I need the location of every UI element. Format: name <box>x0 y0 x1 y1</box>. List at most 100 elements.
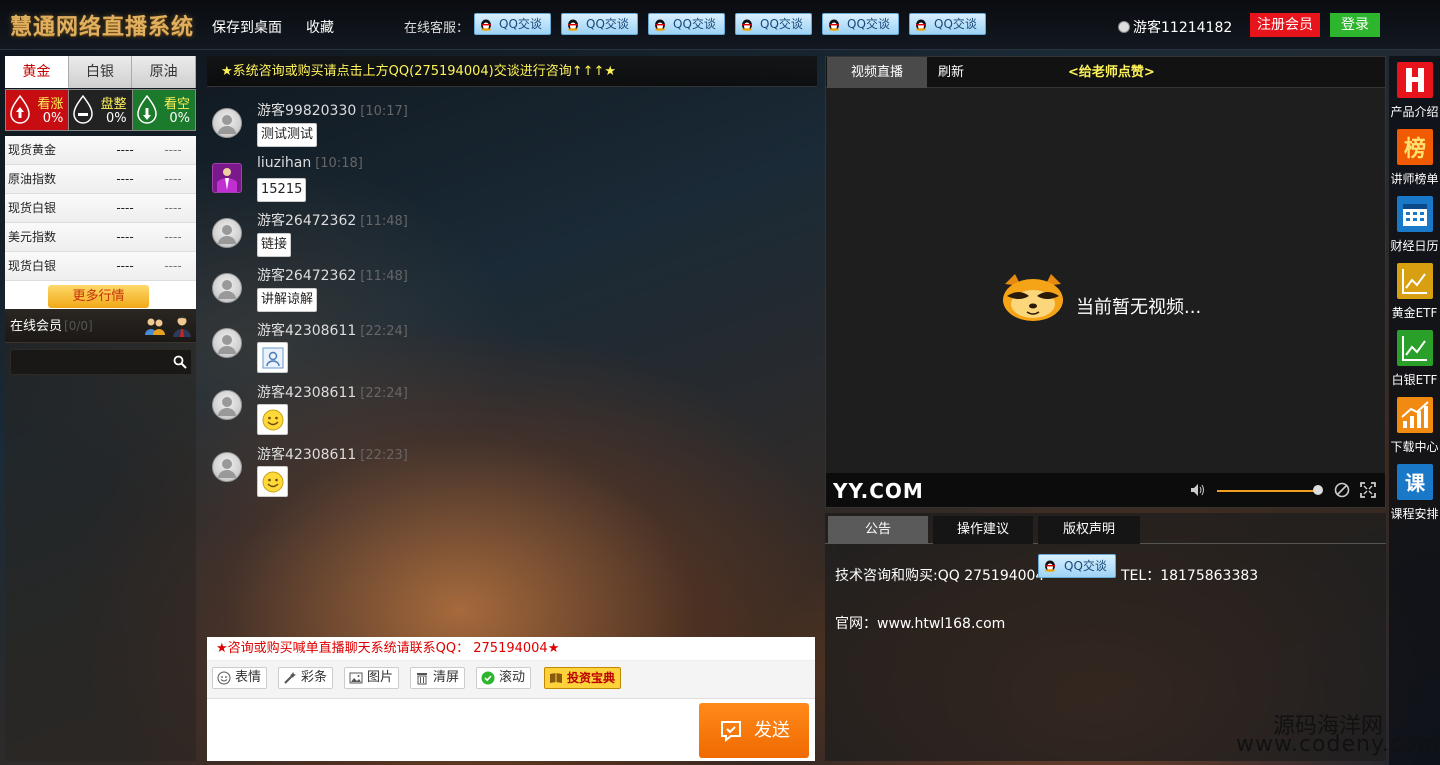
qq-chat-button-1[interactable]: QQ交谈 <box>474 13 551 35</box>
book-icon <box>550 673 562 683</box>
emoji-button[interactable]: 表情 <box>212 667 268 689</box>
member-search <box>10 349 192 375</box>
message-time: [10:17] <box>360 104 408 119</box>
member-search-input[interactable] <box>11 350 171 374</box>
message-user[interactable]: 游客42308611 <box>257 323 356 339</box>
color-bar-button[interactable]: 彩条 <box>278 667 334 689</box>
quality-icon[interactable] <box>1334 482 1350 498</box>
quote-name: 现货白银 <box>8 201 57 215</box>
quote-row: 现货黄金 ---- ---- <box>5 136 196 165</box>
message-user[interactable]: 游客99820330 <box>257 103 356 119</box>
volume-knob[interactable] <box>1313 485 1323 495</box>
tab-copyright[interactable]: 版权声明 <box>1038 516 1140 544</box>
avatar[interactable] <box>212 390 242 420</box>
tab-oil[interactable]: 原油 <box>132 56 197 88</box>
tab-gold[interactable]: 黄金 <box>5 56 69 88</box>
tab-trading-advice[interactable]: 操作建议 <box>933 516 1033 544</box>
chat-message: 游客26472362 [11:48] 讲解谅解 <box>212 265 792 315</box>
clear-screen-button[interactable]: 清屏 <box>410 667 466 689</box>
quote-change: ---- <box>164 201 182 215</box>
message-text: 链接 <box>257 233 292 257</box>
image-button[interactable]: 图片 <box>344 667 400 689</box>
sentiment-percent: 0% <box>169 111 190 126</box>
qq-chat-button-6[interactable]: QQ交谈 <box>909 13 986 35</box>
quotes-table: 现货黄金 ---- ---- 原油指数 ---- ---- 现货白银 ---- ---- 美… <box>5 136 196 313</box>
qq-penguin-icon <box>481 19 491 31</box>
fullscreen-icon[interactable] <box>1360 482 1376 498</box>
avatar[interactable] <box>212 108 242 138</box>
qq-chat-label: QQ交谈 <box>934 17 977 31</box>
message-user[interactable]: 游客26472362 <box>257 213 356 229</box>
sentiment-bearish[interactable]: 看空 0% <box>132 90 195 130</box>
sentiment-neutral[interactable]: 盘整 0% <box>69 90 133 130</box>
users-icon[interactable] <box>144 316 166 336</box>
sidebar-item-gold-etf[interactable]: 黄金ETF <box>1389 257 1440 323</box>
like-teacher-link[interactable]: <给老师点赞> <box>1068 57 1155 88</box>
message-input[interactable] <box>207 699 687 759</box>
sentiment-percent: 0% <box>106 111 127 126</box>
quote-row: 美元指数 ---- ---- <box>5 223 196 252</box>
qq-chat-label: QQ交谈 <box>673 17 716 31</box>
chat-bubble-icon <box>721 721 741 743</box>
volume-icon[interactable] <box>1190 483 1206 497</box>
chat-message: 游客99820330 [10:17] 测试测试 <box>212 100 792 150</box>
message-text: 讲解谅解 <box>257 288 318 312</box>
telephone: TEL：18175863383 <box>1121 568 1259 584</box>
qq-chat-button-4[interactable]: QQ交谈 <box>735 13 812 35</box>
message-user[interactable]: 游客42308611 <box>257 385 356 401</box>
register-button[interactable]: 注册会员 <box>1250 13 1320 37</box>
arrow-down-icon <box>136 95 157 124</box>
quote-change: ---- <box>164 230 182 244</box>
message-user[interactable]: liuzihan <box>257 155 311 171</box>
avatar[interactable] <box>212 328 242 358</box>
video-tabs: 视频直播 刷新 <给老师点赞> <box>826 57 1385 88</box>
smiley-icon <box>217 671 231 685</box>
message-header: 游客42308611 [22:24] <box>257 320 408 340</box>
save-to-desktop-link[interactable]: 保存到桌面 <box>212 17 282 37</box>
avatar[interactable] <box>212 452 242 482</box>
volume-slider[interactable] <box>1217 490 1317 492</box>
message-user[interactable]: 游客26472362 <box>257 268 356 284</box>
tab-announcement[interactable]: 公告 <box>828 516 928 544</box>
more-quotes-button[interactable]: 更多行情 <box>48 285 149 308</box>
qq-chat-button-announcement[interactable]: QQ交谈 <box>1038 554 1116 578</box>
qq-chat-button-5[interactable]: QQ交谈 <box>822 13 899 35</box>
manager-icon[interactable] <box>172 315 192 337</box>
qq-chat-label: QQ交谈 <box>847 17 890 31</box>
message-text: 15215 <box>257 178 307 202</box>
refresh-button[interactable]: 刷新 <box>938 57 964 88</box>
video-screen[interactable]: 当前暂无视频... <box>826 88 1385 473</box>
investment-guide-button[interactable]: 投资宝典 <box>544 667 622 689</box>
tool-label: 表情 <box>235 670 262 685</box>
current-user: 游客11214182 <box>1118 17 1232 37</box>
qq-chat-button-3[interactable]: QQ交谈 <box>648 13 725 35</box>
login-button[interactable]: 登录 <box>1330 13 1380 37</box>
trend-icon <box>1397 397 1433 433</box>
sidebar-item-silver-etf[interactable]: 白银ETF <box>1389 324 1440 390</box>
quote-value: ---- <box>116 143 134 157</box>
message-image[interactable] <box>257 342 288 373</box>
quote-value: ---- <box>116 172 134 186</box>
sidebar-item-course-schedule[interactable]: 课 课程安排 <box>1389 458 1440 524</box>
send-button[interactable]: 发送 <box>699 703 809 758</box>
message-user[interactable]: 游客42308611 <box>257 447 356 463</box>
avatar[interactable] <box>212 163 242 193</box>
avatar[interactable] <box>212 273 242 303</box>
chat-panel: ★系统咨询或购买请点击上方QQ(275194004)交谈进行咨询↑↑↑★ 游客9… <box>207 56 817 761</box>
avatar[interactable] <box>212 218 242 248</box>
composer-toolbar: 表情 彩条 图片 清屏 滚动 投资宝典 <box>207 661 815 699</box>
qq-chat-button-2[interactable]: QQ交谈 <box>561 13 638 35</box>
sidebar-item-teacher-ranking[interactable]: 榜 讲师榜单 <box>1389 123 1440 189</box>
sidebar-item-download-center[interactable]: 下载中心 <box>1389 391 1440 457</box>
favorite-link[interactable]: 收藏 <box>306 17 334 37</box>
sidebar-item-finance-calendar[interactable]: 财经日历 <box>1389 190 1440 256</box>
online-members-panel: 在线会员 [0/0] <box>5 309 196 761</box>
tab-live-video[interactable]: 视频直播 <box>827 57 927 88</box>
tab-silver[interactable]: 白银 <box>68 56 133 88</box>
search-icon[interactable] <box>173 355 187 369</box>
sentiment-bullish[interactable]: 看涨 0% <box>6 90 70 130</box>
chat-message: 游客42308611 [22:24] <box>212 382 792 435</box>
market-panel: 黄金 白银 原油 看涨 0% 盘整 0% 看空 0% 现货黄金 ---- ---- … <box>5 56 197 761</box>
sidebar-item-product-intro[interactable]: 产品介绍 <box>1389 56 1440 122</box>
auto-scroll-toggle[interactable]: 滚动 <box>476 667 532 689</box>
